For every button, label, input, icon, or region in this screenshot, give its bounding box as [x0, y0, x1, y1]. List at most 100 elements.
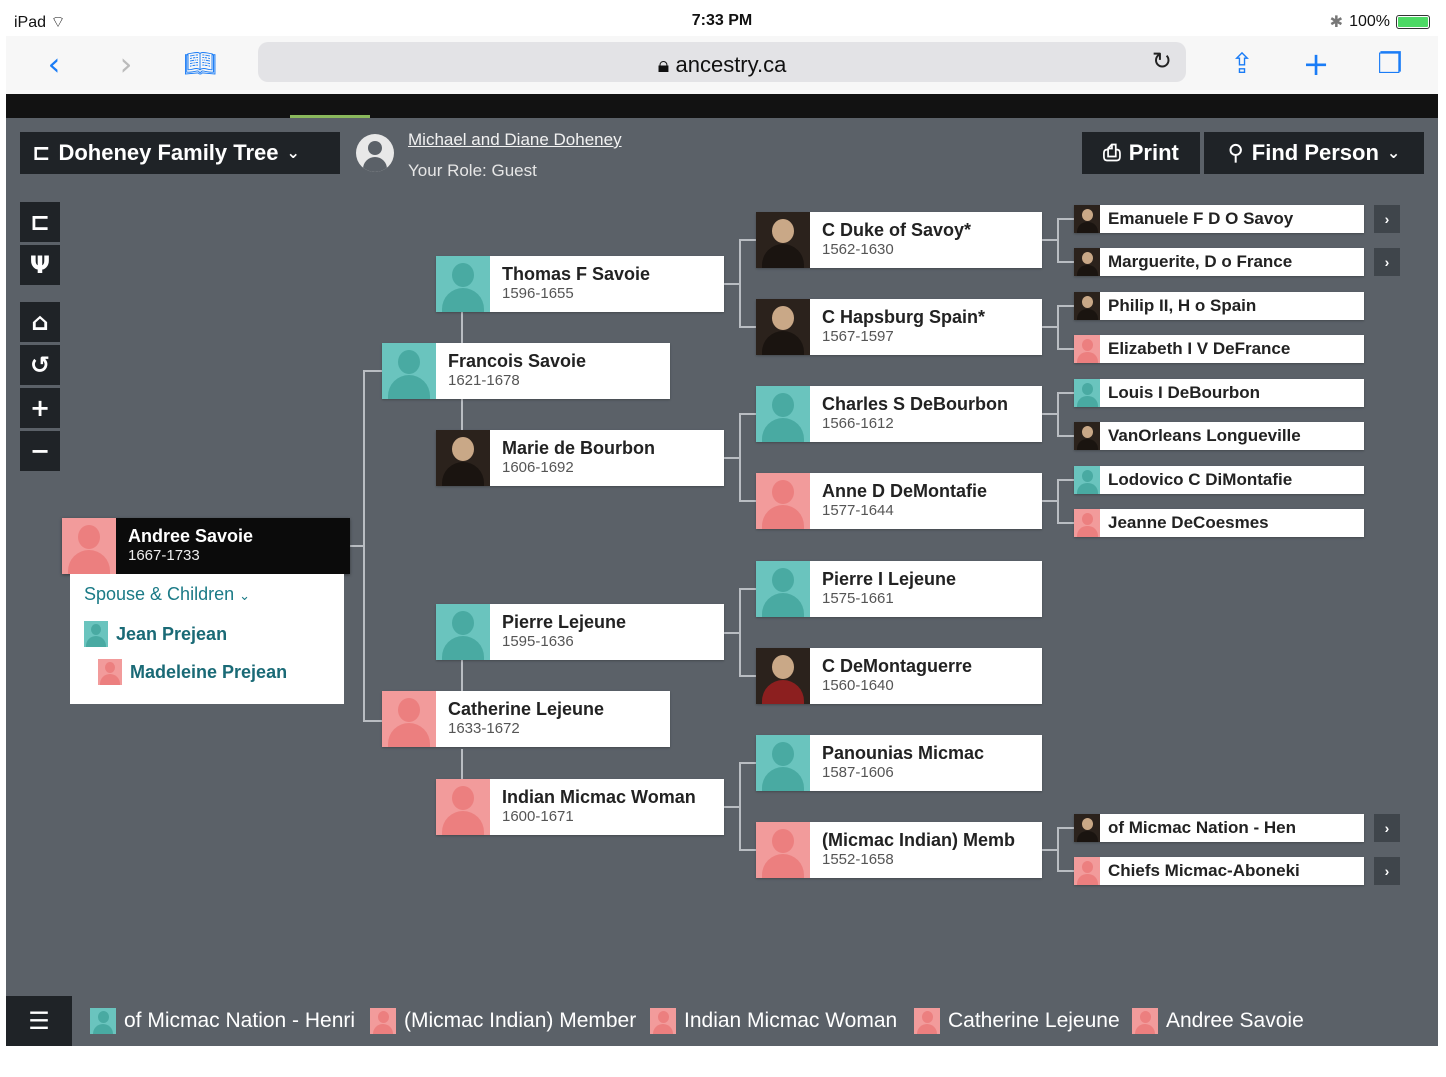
person-card-great-grandparent[interactable]: C DeMontaguerre 1560-1640 [756, 648, 1042, 704]
person-card-great-grandparent[interactable]: C Duke of Savoy* 1562-1630 [756, 212, 1042, 268]
battery-icon [1396, 15, 1430, 29]
address-bar[interactable]: 🔒︎ ancestry.ca ↻ [258, 42, 1186, 82]
breadcrumb-item[interactable]: Andree Savoie [1132, 1008, 1304, 1034]
person-card-gg-grandparent[interactable]: Jeanne DeCoesmes [1074, 509, 1364, 537]
person-photo [382, 691, 436, 747]
person-photo [62, 518, 116, 574]
tree-selector[interactable]: ⊏ Doheney Family Tree ⌄ [20, 132, 340, 174]
person-card-gg-grandparent[interactable]: Chiefs Micmac-Aboneki [1074, 857, 1364, 885]
person-photo [756, 299, 810, 355]
person-photo [90, 1008, 116, 1034]
person-dates: 1566-1612 [822, 415, 894, 432]
plus-icon[interactable]: + [1294, 44, 1338, 84]
person-dates: 1567-1597 [822, 328, 894, 345]
person-photo [1132, 1008, 1158, 1034]
person-card-gg-grandparent[interactable]: Louis I DeBourbon [1074, 379, 1364, 407]
child-item[interactable]: Madeleine Prejean [98, 658, 287, 686]
lock-icon: 🔒︎ [657, 52, 676, 77]
person-name: Emanuele F D O Savoy [1108, 209, 1294, 228]
breadcrumb-label: Andree Savoie [1166, 1009, 1304, 1032]
chevron-right-icon[interactable]: › [104, 44, 148, 84]
person-card-great-grandparent[interactable]: Panounias Micmac 1587-1606 [756, 735, 1042, 791]
home-button[interactable]: ⌂ [20, 302, 60, 342]
person-photo [370, 1008, 396, 1034]
person-photo [756, 648, 810, 704]
person-photo [1074, 379, 1100, 407]
zoom-out-button[interactable]: − [20, 431, 60, 471]
person-card-gg-grandparent[interactable]: Marguerite, D o France [1074, 248, 1364, 276]
book-icon[interactable]: 📖︎ [178, 44, 222, 84]
person-name: Jeanne DeCoesmes [1108, 513, 1269, 532]
person-dates: 1667-1733 [128, 547, 200, 564]
owner-link[interactable]: Michael and Diane Doheney [408, 130, 622, 150]
family-view-button[interactable]: Ψ [20, 245, 60, 285]
chevron-down-icon: ⌄ [239, 588, 251, 603]
person-card-great-grandparent[interactable]: C Hapsburg Spain* 1567-1597 [756, 299, 1042, 355]
person-card-gg-grandparent[interactable]: Lodovico C DiMontafie [1074, 466, 1364, 494]
breadcrumb-label: Catherine Lejeune [948, 1009, 1120, 1032]
owner-avatar [356, 134, 394, 172]
person-photo [436, 430, 490, 486]
child-name: Madeleine Prejean [130, 661, 288, 682]
person-photo [1074, 205, 1100, 233]
print-label: Print [1128, 140, 1179, 165]
person-dates: 1560-1640 [822, 677, 894, 694]
breadcrumb-item[interactable]: (Micmac Indian) Member [370, 1008, 636, 1034]
ancestry-app: ⊏ Doheney Family Tree ⌄ Michael and Dian… [6, 94, 1438, 1046]
person-name: Charles S DeBourbon [822, 394, 1009, 414]
breadcrumb-item[interactable]: Catherine Lejeune [914, 1008, 1120, 1034]
person-card-grandparent[interactable]: Marie de Bourbon 1606-1692 [436, 430, 724, 486]
person-photo [1074, 422, 1100, 450]
person-card-great-grandparent[interactable]: Charles S DeBourbon 1566-1612 [756, 386, 1042, 442]
person-dates: 1596-1655 [502, 285, 574, 302]
reload-icon[interactable]: ↻ [1152, 47, 1172, 75]
person-card-gg-grandparent[interactable]: Emanuele F D O Savoy [1074, 205, 1364, 233]
zoom-in-button[interactable]: + [20, 388, 60, 428]
person-card-gg-grandparent[interactable]: Elizabeth I V DeFrance [1074, 335, 1364, 363]
breadcrumb-item[interactable]: of Micmac Nation - Henri [90, 1008, 355, 1034]
role-label: Your Role: Guest [408, 161, 537, 180]
person-dates: 1600-1671 [502, 808, 574, 825]
person-dates: 1575-1661 [822, 590, 894, 607]
person-dates: 1621-1678 [448, 372, 520, 389]
person-name: of Micmac Nation - Hen [1108, 818, 1296, 837]
person-card-mother[interactable]: Catherine Lejeune 1633-1672 [382, 691, 670, 747]
find-person-icon: ⚲ [1227, 140, 1244, 165]
chevron-left-icon[interactable]: ‹ [32, 44, 76, 84]
person-photo [1074, 248, 1100, 276]
find-person-button[interactable]: ⚲ Find Person ⌄ [1204, 132, 1424, 174]
expand-chevron-right-icon[interactable]: › [1374, 248, 1400, 276]
person-dates: 1595-1636 [502, 633, 574, 650]
tabs-icon[interactable]: ❐ [1368, 44, 1412, 84]
share-icon[interactable]: ⇪ [1220, 44, 1264, 84]
person-card-great-grandparent[interactable]: Pierre I Lejeune 1575-1661 [756, 561, 1042, 617]
person-card-grandparent[interactable]: Pierre Lejeune 1595-1636 [436, 604, 724, 660]
reset-button[interactable]: ↺ [20, 345, 60, 385]
printer-icon: ⎙ [1103, 140, 1121, 165]
person-photo [436, 779, 490, 835]
person-card-grandparent[interactable]: Indian Micmac Woman 1600-1671 [436, 779, 724, 835]
person-card-gg-grandparent[interactable]: of Micmac Nation - Hen [1074, 814, 1364, 842]
person-card-father[interactable]: Francois Savoie 1621-1678 [382, 343, 670, 399]
person-card-gg-grandparent[interactable]: VanOrleans Longueville [1074, 422, 1364, 450]
list-icon[interactable]: ☰ [6, 996, 72, 1046]
person-card-grandparent[interactable]: Thomas F Savoie 1596-1655 [436, 256, 724, 312]
person-card-gg-grandparent[interactable]: Philip II, H o Spain [1074, 292, 1364, 320]
spouse-children-toggle[interactable]: Spouse & Children ⌄ [84, 584, 250, 605]
person-name: VanOrleans Longueville [1108, 426, 1301, 445]
person-photo [1074, 509, 1100, 537]
person-card-great-grandparent[interactable]: Anne D DeMontafie 1577-1644 [756, 473, 1042, 529]
expand-chevron-right-icon[interactable]: › [1374, 857, 1400, 885]
expand-chevron-right-icon[interactable]: › [1374, 814, 1400, 842]
breadcrumb-item[interactable]: Indian Micmac Woman [650, 1008, 897, 1034]
expand-chevron-right-icon[interactable]: › [1374, 205, 1400, 233]
person-card-great-grandparent[interactable]: (Micmac Indian) Memb 1552-1658 [756, 822, 1042, 878]
child-item[interactable]: Jean Prejean [84, 620, 227, 648]
browser-toolbar: ‹ › 📖︎ 🔒︎ ancestry.ca ↻ ⇪ + ❐ [6, 36, 1438, 94]
focus-person-card[interactable]: Andree Savoie 1667-1733 [62, 518, 350, 574]
pedigree-view-button[interactable]: ⊏ [20, 202, 60, 242]
print-button[interactable]: ⎙ Print [1082, 132, 1200, 174]
person-name: Indian Micmac Woman [502, 787, 696, 807]
person-name: Thomas F Savoie [502, 264, 651, 284]
person-dates: 1552-1658 [822, 851, 894, 868]
